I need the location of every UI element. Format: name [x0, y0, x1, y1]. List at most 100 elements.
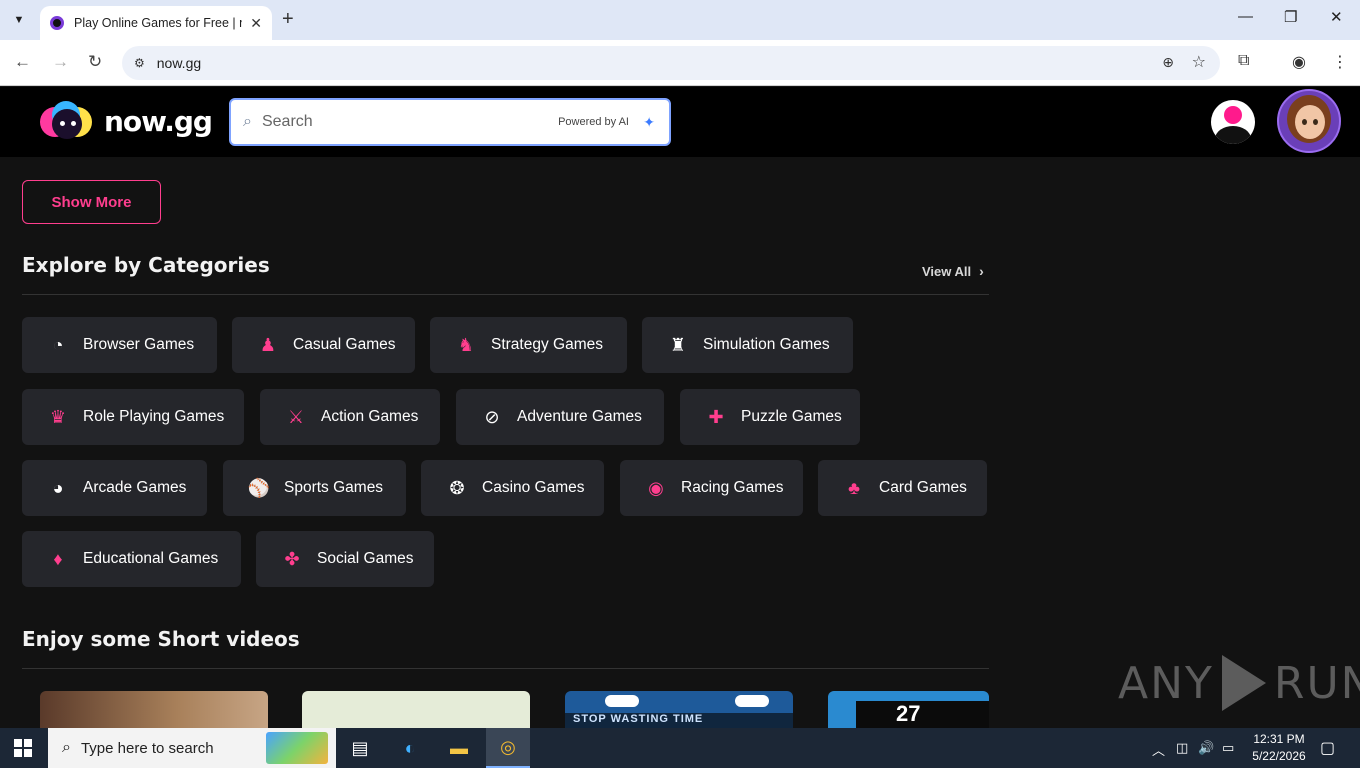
category-simulation-games[interactable]: ♜ Simulation Games	[642, 317, 853, 373]
category-label: Educational Games	[83, 550, 219, 567]
forward-icon[interactable]: →	[52, 52, 69, 72]
minimize-icon[interactable]: —	[1238, 8, 1253, 25]
search-icon: ⌕	[243, 113, 252, 130]
site-info-icon[interactable]: ⚙	[134, 56, 145, 70]
category-label: Browser Games	[83, 336, 195, 353]
show-more-button[interactable]: Show More	[22, 180, 161, 224]
network-icon[interactable]: ▭	[1222, 740, 1234, 756]
web-page: now.gg ⌕ Powered by AI ✦ Show More Explo…	[0, 87, 1360, 728]
category-social-games[interactable]: ✤ Social Games	[256, 531, 434, 587]
notifications-icon[interactable]: ▢	[1320, 738, 1335, 758]
card-icon: ♣	[848, 477, 860, 498]
category-racing-games[interactable]: ◉ Racing Games	[620, 460, 803, 516]
clock-date: 5/22/2026	[1252, 749, 1306, 763]
category-label: Simulation Games	[703, 336, 830, 353]
menu-kebab-icon[interactable]: ⋮	[1332, 52, 1348, 72]
category-label: Role Playing Games	[83, 408, 225, 425]
racing-icon: ◉	[648, 477, 664, 498]
category-card-games[interactable]: ♣ Card Games	[818, 460, 987, 516]
volume-icon[interactable]: 🔊	[1198, 740, 1214, 756]
category-role-playing-games[interactable]: ♛ Role Playing Games	[22, 389, 244, 445]
chevron-right-icon: ›	[979, 263, 984, 279]
educational-icon: ♦	[53, 548, 63, 569]
category-label: Action Games	[321, 408, 419, 425]
view-all-label: View All	[922, 263, 972, 279]
now-gg-logo[interactable]: now.gg	[40, 101, 213, 141]
category-casino-games[interactable]: ❂ Casino Games	[421, 460, 604, 516]
browser-tab-active[interactable]: Play Online Games for Free | now.gg ✕	[40, 6, 272, 40]
taskbar-clock[interactable]: 12:31 PM 5/22/2026	[1244, 731, 1314, 765]
extensions-icon[interactable]: ⧉	[1238, 52, 1249, 70]
category-label: Casual Games	[293, 336, 396, 353]
back-icon[interactable]: ←	[14, 52, 31, 72]
video-thumbnail-4-text: 27	[856, 701, 989, 728]
taskbar-search-placeholder: Type here to search	[80, 739, 214, 757]
reload-icon[interactable]: ↻	[88, 52, 102, 72]
logo-text: now.gg	[104, 104, 213, 138]
bookmark-star-icon[interactable]: ☆	[1192, 52, 1206, 72]
role-playing-icon: ♛	[49, 406, 67, 427]
tab-close-icon[interactable]: ✕	[250, 15, 262, 32]
user-account-icon[interactable]	[1211, 100, 1255, 144]
powered-by-ai-label: Powered by AI	[558, 116, 629, 128]
avatar[interactable]	[1277, 89, 1341, 153]
video-thumbnail-3[interactable]: STOP WASTING TIME	[565, 691, 793, 728]
social-icon: ✤	[284, 548, 300, 569]
category-arcade-games[interactable]: ◕ Arcade Games	[22, 460, 207, 516]
puzzle-icon: ✚	[708, 406, 724, 427]
category-label: Social Games	[317, 550, 414, 567]
category-sports-games[interactable]: ⚾ Sports Games	[223, 460, 406, 516]
windows-start-icon[interactable]	[14, 739, 32, 757]
tab-title: Play Online Games for Free | now.gg	[74, 16, 242, 30]
pacman-icon: ◕	[52, 477, 64, 498]
video-thumbnail-1[interactable]	[40, 691, 268, 728]
divider	[22, 668, 989, 669]
category-puzzle-games[interactable]: ✚ Puzzle Games	[680, 389, 860, 445]
category-label: Strategy Games	[491, 336, 603, 353]
category-label: Adventure Games	[517, 408, 642, 425]
zoom-icon[interactable]: ⊕	[1162, 54, 1174, 71]
category-label: Racing Games	[681, 479, 784, 496]
chrome-icon[interactable]: ◎	[486, 728, 530, 768]
category-strategy-games[interactable]: ♞ Strategy Games	[430, 317, 627, 373]
category-browser-games[interactable]: ◔ Browser Games	[22, 317, 217, 373]
address-bar[interactable]: ⚙ now.gg ⊕ ☆	[122, 46, 1220, 80]
category-adventure-games[interactable]: ⊘ Adventure Games	[456, 389, 664, 445]
video-thumbnail-4[interactable]: 27	[828, 691, 989, 728]
simulation-icon: ♜	[669, 334, 687, 355]
video-thumbnail-2[interactable]	[302, 691, 530, 728]
file-explorer-icon[interactable]: ▬	[437, 728, 481, 768]
edge-icon[interactable]: ◐	[388, 728, 432, 768]
new-tab-icon[interactable]: +	[282, 8, 294, 31]
profile-icon[interactable]: ◉	[1292, 52, 1306, 72]
window-close-icon[interactable]: ✕	[1330, 8, 1343, 26]
watermark-text-left: ANY	[1118, 657, 1214, 709]
video-thumbnail-3-text: STOP WASTING TIME	[565, 713, 793, 728]
joystick-icon: ♟	[259, 334, 277, 355]
browser-games-icon: ◔	[52, 334, 64, 355]
address-url[interactable]: now.gg	[157, 55, 201, 71]
search-input[interactable]	[261, 113, 542, 131]
now-gg-favicon-icon	[50, 16, 64, 30]
browser-toolbar: ← → ↻ ⚙ now.gg ⊕ ☆ ⧉ ◉ ⋮	[0, 40, 1360, 86]
category-action-games[interactable]: ⚔ Action Games	[260, 389, 440, 445]
casino-chip-icon: ❂	[449, 477, 465, 498]
tray-chevron-up-icon[interactable]: ︿	[1152, 740, 1165, 759]
category-casual-games[interactable]: ♟ Casual Games	[232, 317, 415, 373]
category-label: Sports Games	[284, 479, 384, 496]
view-all-link[interactable]: View All ›	[922, 263, 984, 279]
task-view-icon[interactable]: ▤	[338, 728, 382, 768]
categories-heading: Explore by Categories	[22, 253, 270, 277]
sword-icon: ⚔	[287, 406, 305, 427]
restore-icon[interactable]: ❐	[1284, 8, 1297, 26]
watermark-text-right: RUN	[1273, 657, 1360, 709]
site-header: now.gg ⌕ Powered by AI ✦	[0, 87, 1360, 157]
taskbar-search[interactable]: ⌕ Type here to search	[48, 728, 336, 768]
category-educational-games[interactable]: ♦ Educational Games	[22, 531, 241, 587]
search-highlight-image	[266, 732, 328, 764]
tab-list-chevron-icon[interactable]: ▼	[6, 7, 32, 33]
clock-time: 12:31 PM	[1253, 732, 1305, 746]
browser-tab-bar: ▼ Play Online Games for Free | now.gg ✕ …	[0, 0, 1360, 40]
site-search-box[interactable]: ⌕ Powered by AI ✦	[229, 98, 671, 146]
meet-now-icon[interactable]: ◫	[1176, 740, 1188, 756]
